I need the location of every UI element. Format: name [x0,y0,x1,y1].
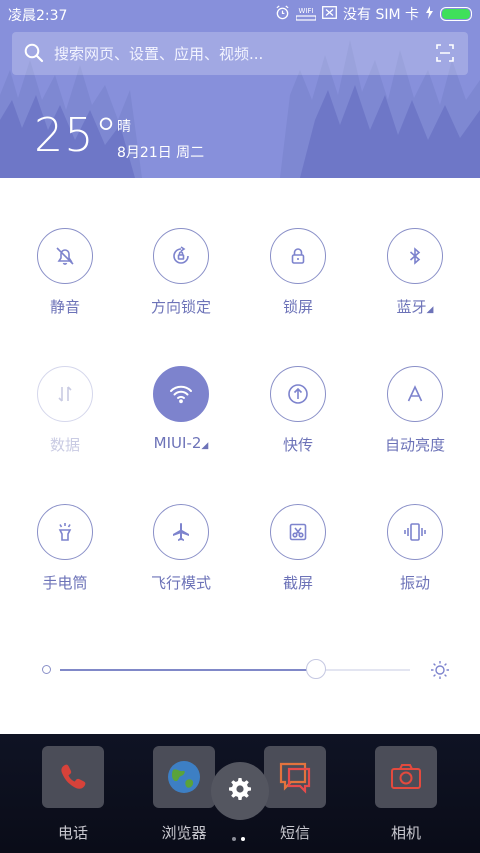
toggle-lock-screen[interactable]: 锁屏 [239,228,357,317]
toggle-flashlight[interactable]: 手电筒 [6,504,124,593]
dock-app-label: 短信 [279,824,310,842]
weather-info: 晴 8月21日 周二 [117,116,204,164]
toggle-vibrate[interactable]: 振动 [356,504,474,593]
screenshot-icon [270,504,326,560]
toggle-screenshot[interactable]: 截屏 [239,504,357,593]
messages-icon [264,746,326,808]
brightness-high-icon [430,660,450,684]
rotation-lock-icon [153,228,209,284]
alarm-icon [275,4,290,24]
toggle-bluetooth[interactable]: 蓝牙◢ [356,228,474,317]
airplane-icon [153,504,209,560]
toggle-label: 手电筒 [42,574,88,592]
weather-condition: 晴 [117,119,131,135]
toggle-quick-transfer[interactable]: 快传 [239,366,357,455]
dock-app-label: 电话 [57,824,88,842]
sim-status-text: 没有 SIM 卡 [343,7,419,23]
toggle-mobile-data[interactable]: 数据 [6,366,124,455]
wifi-status-label: WIFI [298,6,314,15]
wifi-icon [153,366,209,422]
vibrate-icon [387,504,443,560]
mobile-data-icon [37,366,93,422]
toggle-label: 自动亮度 [384,436,445,454]
toggle-label: 振动 [399,574,430,592]
dock-app-camera[interactable]: 相机 [366,746,446,843]
toggle-silent[interactable]: 静音 [6,228,124,317]
toggle-airplane[interactable]: 飞行模式 [122,504,240,593]
search-icon [24,43,44,67]
camera-icon [375,746,437,808]
toggle-label: 锁屏 [282,298,313,316]
search-bar[interactable]: 搜索网页、设置、应用、视频... [12,32,468,75]
charging-icon [425,5,434,23]
brightness-slider[interactable] [40,659,450,680]
quick-settings-panel: 静音 方向锁定 锁屏 蓝牙◢ 数据 MIUI-2◢ 快传 自动亮度 手电筒 飞行… [0,178,480,734]
expand-corner-icon: ◢ [426,305,434,315]
toggle-label: 飞行模式 [150,574,211,592]
browser-icon [153,746,215,808]
phone-icon [42,746,104,808]
toggle-label: 数据 [49,436,80,454]
auto-brightness-icon [387,366,443,422]
weather-date: 8月21日 周二 [117,145,205,161]
brightness-fill [60,669,316,671]
temperature: 25° [34,108,119,162]
silent-bell-icon [37,228,93,284]
toggle-wifi[interactable]: MIUI-2◢ [122,366,240,452]
gear-icon [228,777,252,805]
toggle-label: MIUI-2◢ [122,434,240,452]
dock-app-label: 相机 [390,824,421,842]
toggle-label: 快传 [282,436,313,454]
no-sim-icon [322,5,337,23]
settings-button[interactable] [211,762,269,820]
wifi-network-label: MIUI-2 [153,434,202,452]
bluetooth-icon [387,228,443,284]
flashlight-icon [37,504,93,560]
dock-app-label: 浏览器 [161,824,207,842]
scan-icon[interactable] [436,44,454,66]
toggle-auto-brightness[interactable]: 自动亮度 [356,366,474,455]
brightness-handle[interactable] [305,659,326,679]
lock-icon [270,228,326,284]
battery-icon [440,7,472,21]
notification-header: 凌晨2:37 WIFI 没有 SIM 卡 搜索网页、设置、应用、视频... 25… [0,0,480,178]
wifi-status-icon: WIFI [296,6,316,21]
brightness-low-icon [42,665,51,674]
toggle-rotation-lock[interactable]: 方向锁定 [122,228,240,317]
search-placeholder: 搜索网页、设置、应用、视频... [54,45,264,63]
toggle-label: 截屏 [282,574,313,592]
page-dot [232,837,236,841]
dock-app-phone[interactable]: 电话 [33,746,113,843]
bluetooth-label: 蓝牙 [396,298,427,316]
toggle-label: 方向锁定 [150,298,211,316]
expand-corner-icon: ◢ [201,441,209,451]
quick-transfer-icon [270,366,326,422]
page-dot-active [241,837,245,841]
page-indicator [232,826,250,845]
status-bar: 凌晨2:37 WIFI 没有 SIM 卡 [0,0,480,28]
toggle-label: 蓝牙◢ [356,296,474,317]
clock-text: 凌晨2:37 [8,8,68,24]
toggle-label: 静音 [49,298,80,316]
